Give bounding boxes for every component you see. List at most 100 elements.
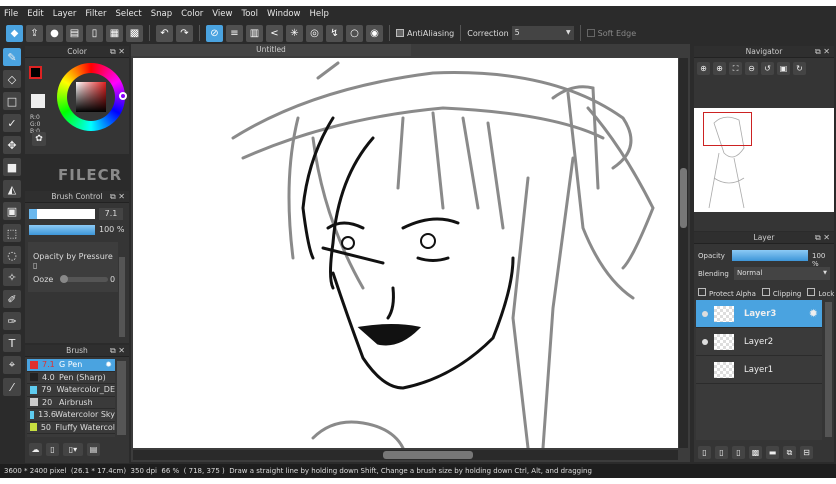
antialiasing-checkbox[interactable]: AntiAliasing	[396, 29, 454, 38]
curve-icon[interactable]: ↯	[326, 24, 343, 42]
fit-icon[interactable]: ⛶	[729, 62, 742, 75]
drawing-canvas[interactable]	[133, 58, 678, 448]
flip-icon[interactable]: ▣	[777, 62, 790, 75]
blending-select[interactable]: Normal ▼	[734, 267, 830, 280]
document-tab[interactable]: Untitled	[131, 44, 411, 56]
gradient-tool-icon[interactable]: ▣	[3, 202, 21, 220]
secondary-color-swatch[interactable]	[31, 94, 45, 108]
move-tool-icon[interactable]: ✥	[3, 136, 21, 154]
circle-snap-icon[interactable]: ◉	[366, 24, 383, 42]
menu-color[interactable]: Color	[181, 9, 203, 19]
perspective-icon[interactable]: <	[266, 24, 283, 42]
eyedropper-tool-icon[interactable]: ⁄	[3, 378, 21, 396]
menu-help[interactable]: Help	[310, 9, 329, 19]
menu-filter[interactable]: Filter	[85, 9, 106, 19]
document-icon[interactable]: ▯	[86, 24, 103, 42]
ellipse-icon[interactable]: ○	[346, 24, 363, 42]
close-icon[interactable]: ⧉ ✕	[815, 46, 830, 58]
menu-window[interactable]: Window	[267, 9, 301, 19]
rotate-left-icon[interactable]: ↺	[761, 62, 774, 75]
select-pen-icon[interactable]: ✐	[3, 290, 21, 308]
scrollbar[interactable]	[825, 302, 832, 437]
new-layer-icon[interactable]: ▯	[698, 446, 711, 459]
menu-view[interactable]: View	[212, 9, 232, 19]
menu-edit[interactable]: Edit	[27, 9, 43, 19]
text-tool-icon[interactable]: T	[3, 334, 21, 352]
rect-tool-icon[interactable]: □	[3, 92, 21, 110]
close-icon[interactable]: ⧉ ✕	[110, 46, 125, 58]
scrollbar[interactable]	[119, 257, 125, 337]
radial-icon[interactable]: ✳	[286, 24, 303, 42]
brush-tool-icon[interactable]: ✎	[3, 48, 21, 66]
magic-wand-icon[interactable]: ✧	[3, 268, 21, 286]
menu-select[interactable]: Select	[115, 9, 141, 19]
brush-size-slider[interactable]	[29, 209, 95, 219]
visibility-toggle[interactable]	[702, 310, 708, 317]
brush-size-value[interactable]: 7.1	[99, 208, 123, 220]
ooze-slider[interactable]	[60, 275, 108, 283]
new-raster-layer-icon[interactable]: ▯	[715, 446, 728, 459]
opacity-by-pressure-option[interactable]: Opacity by Pressure ▯	[33, 252, 118, 270]
fill-rect-icon[interactable]: ■	[3, 158, 21, 176]
visibility-toggle[interactable]	[702, 338, 708, 345]
upload-icon[interactable]: ⇪	[26, 24, 43, 42]
new-text-layer-icon[interactable]: ▯	[732, 446, 745, 459]
zoom-out-icon[interactable]: ⊖	[745, 62, 758, 75]
duplicate-layer-icon[interactable]: ⧉	[783, 446, 796, 459]
grid-snap-icon[interactable]: ▥	[246, 24, 263, 42]
menu-file[interactable]: File	[4, 9, 18, 19]
brush-opacity-slider[interactable]	[29, 225, 95, 235]
concentric-icon[interactable]: ◎	[306, 24, 323, 42]
close-icon[interactable]: ⧉ ✕	[110, 345, 125, 357]
merge-layer-icon[interactable]: ⊟	[800, 446, 813, 459]
menu-layer[interactable]: Layer	[53, 9, 77, 19]
brush-item[interactable]: 20 Airbrush	[27, 397, 115, 409]
eraser-tool-icon[interactable]: ◇	[3, 70, 21, 88]
protect-alpha-checkbox[interactable]: Protect Alpha	[698, 288, 756, 298]
menu-tool[interactable]: Tool	[241, 9, 258, 19]
soft-edge-checkbox[interactable]: Soft Edge	[586, 29, 636, 38]
zoom-in-icon[interactable]: ⊕	[713, 62, 726, 75]
copy-brush-icon[interactable]: ▯▾	[63, 443, 83, 456]
snap-off-icon[interactable]: ⊘	[206, 24, 223, 42]
brush-item[interactable]: 50 Fluffy Watercol	[27, 422, 115, 434]
chat-icon[interactable]: ●	[46, 24, 63, 42]
hue-handle[interactable]	[119, 92, 127, 100]
new-folder-icon[interactable]: ▬	[766, 446, 779, 459]
palette-icon[interactable]: ✿	[32, 132, 46, 146]
correction-select[interactable]: 5 ▼	[511, 26, 574, 40]
layer-row[interactable]: Layer1	[696, 356, 822, 384]
clipping-checkbox[interactable]: Clipping	[761, 288, 801, 298]
settings-doc-icon[interactable]: ▦	[106, 24, 123, 42]
close-icon[interactable]: ⧉ ✕	[110, 191, 125, 203]
window-icon[interactable]: ▤	[66, 24, 83, 42]
app-logo-icon[interactable]: ◆	[6, 24, 23, 42]
operation-tool-icon[interactable]: ⌖	[3, 356, 21, 374]
new-brush-icon[interactable]: ▯	[46, 443, 59, 456]
horizontal-scrollbar[interactable]	[133, 450, 678, 460]
undo-icon[interactable]: ↶	[156, 24, 173, 42]
rotate-right-icon[interactable]: ↻	[793, 62, 806, 75]
primary-color-swatch[interactable]	[29, 66, 42, 79]
grid-icon[interactable]: ▩	[126, 24, 143, 42]
color-wheel[interactable]	[57, 63, 127, 131]
zoom-reset-icon[interactable]: ⊕	[697, 62, 710, 75]
layer-row[interactable]: Layer3 ✹	[696, 300, 822, 328]
gear-icon[interactable]: ✹	[105, 360, 112, 369]
layer-opacity-slider[interactable]	[732, 250, 808, 261]
vertical-scrollbar[interactable]	[679, 58, 688, 448]
navigator-preview[interactable]	[694, 108, 834, 212]
menu-snap[interactable]: Snap	[151, 9, 172, 19]
brush-item[interactable]: 13.6 Watercolor Sky	[27, 409, 115, 422]
bucket-tool-icon[interactable]: ◭	[3, 180, 21, 198]
new-tone-layer-icon[interactable]: ▩	[749, 446, 762, 459]
delete-brush-icon[interactable]: ▤	[87, 443, 100, 456]
cloud-download-icon[interactable]: ☁	[29, 443, 42, 456]
saturation-square[interactable]	[76, 82, 106, 112]
layer-row[interactable]: Layer2	[696, 328, 822, 356]
select-eraser-icon[interactable]: ✑	[3, 312, 21, 330]
brush-item[interactable]: 79 Watercolor_DE	[27, 384, 115, 397]
lock-checkbox[interactable]: Lock	[807, 288, 834, 298]
brush-item[interactable]: 4.0 Pen (Sharp)	[27, 372, 115, 384]
scrollbar[interactable]	[117, 361, 126, 435]
